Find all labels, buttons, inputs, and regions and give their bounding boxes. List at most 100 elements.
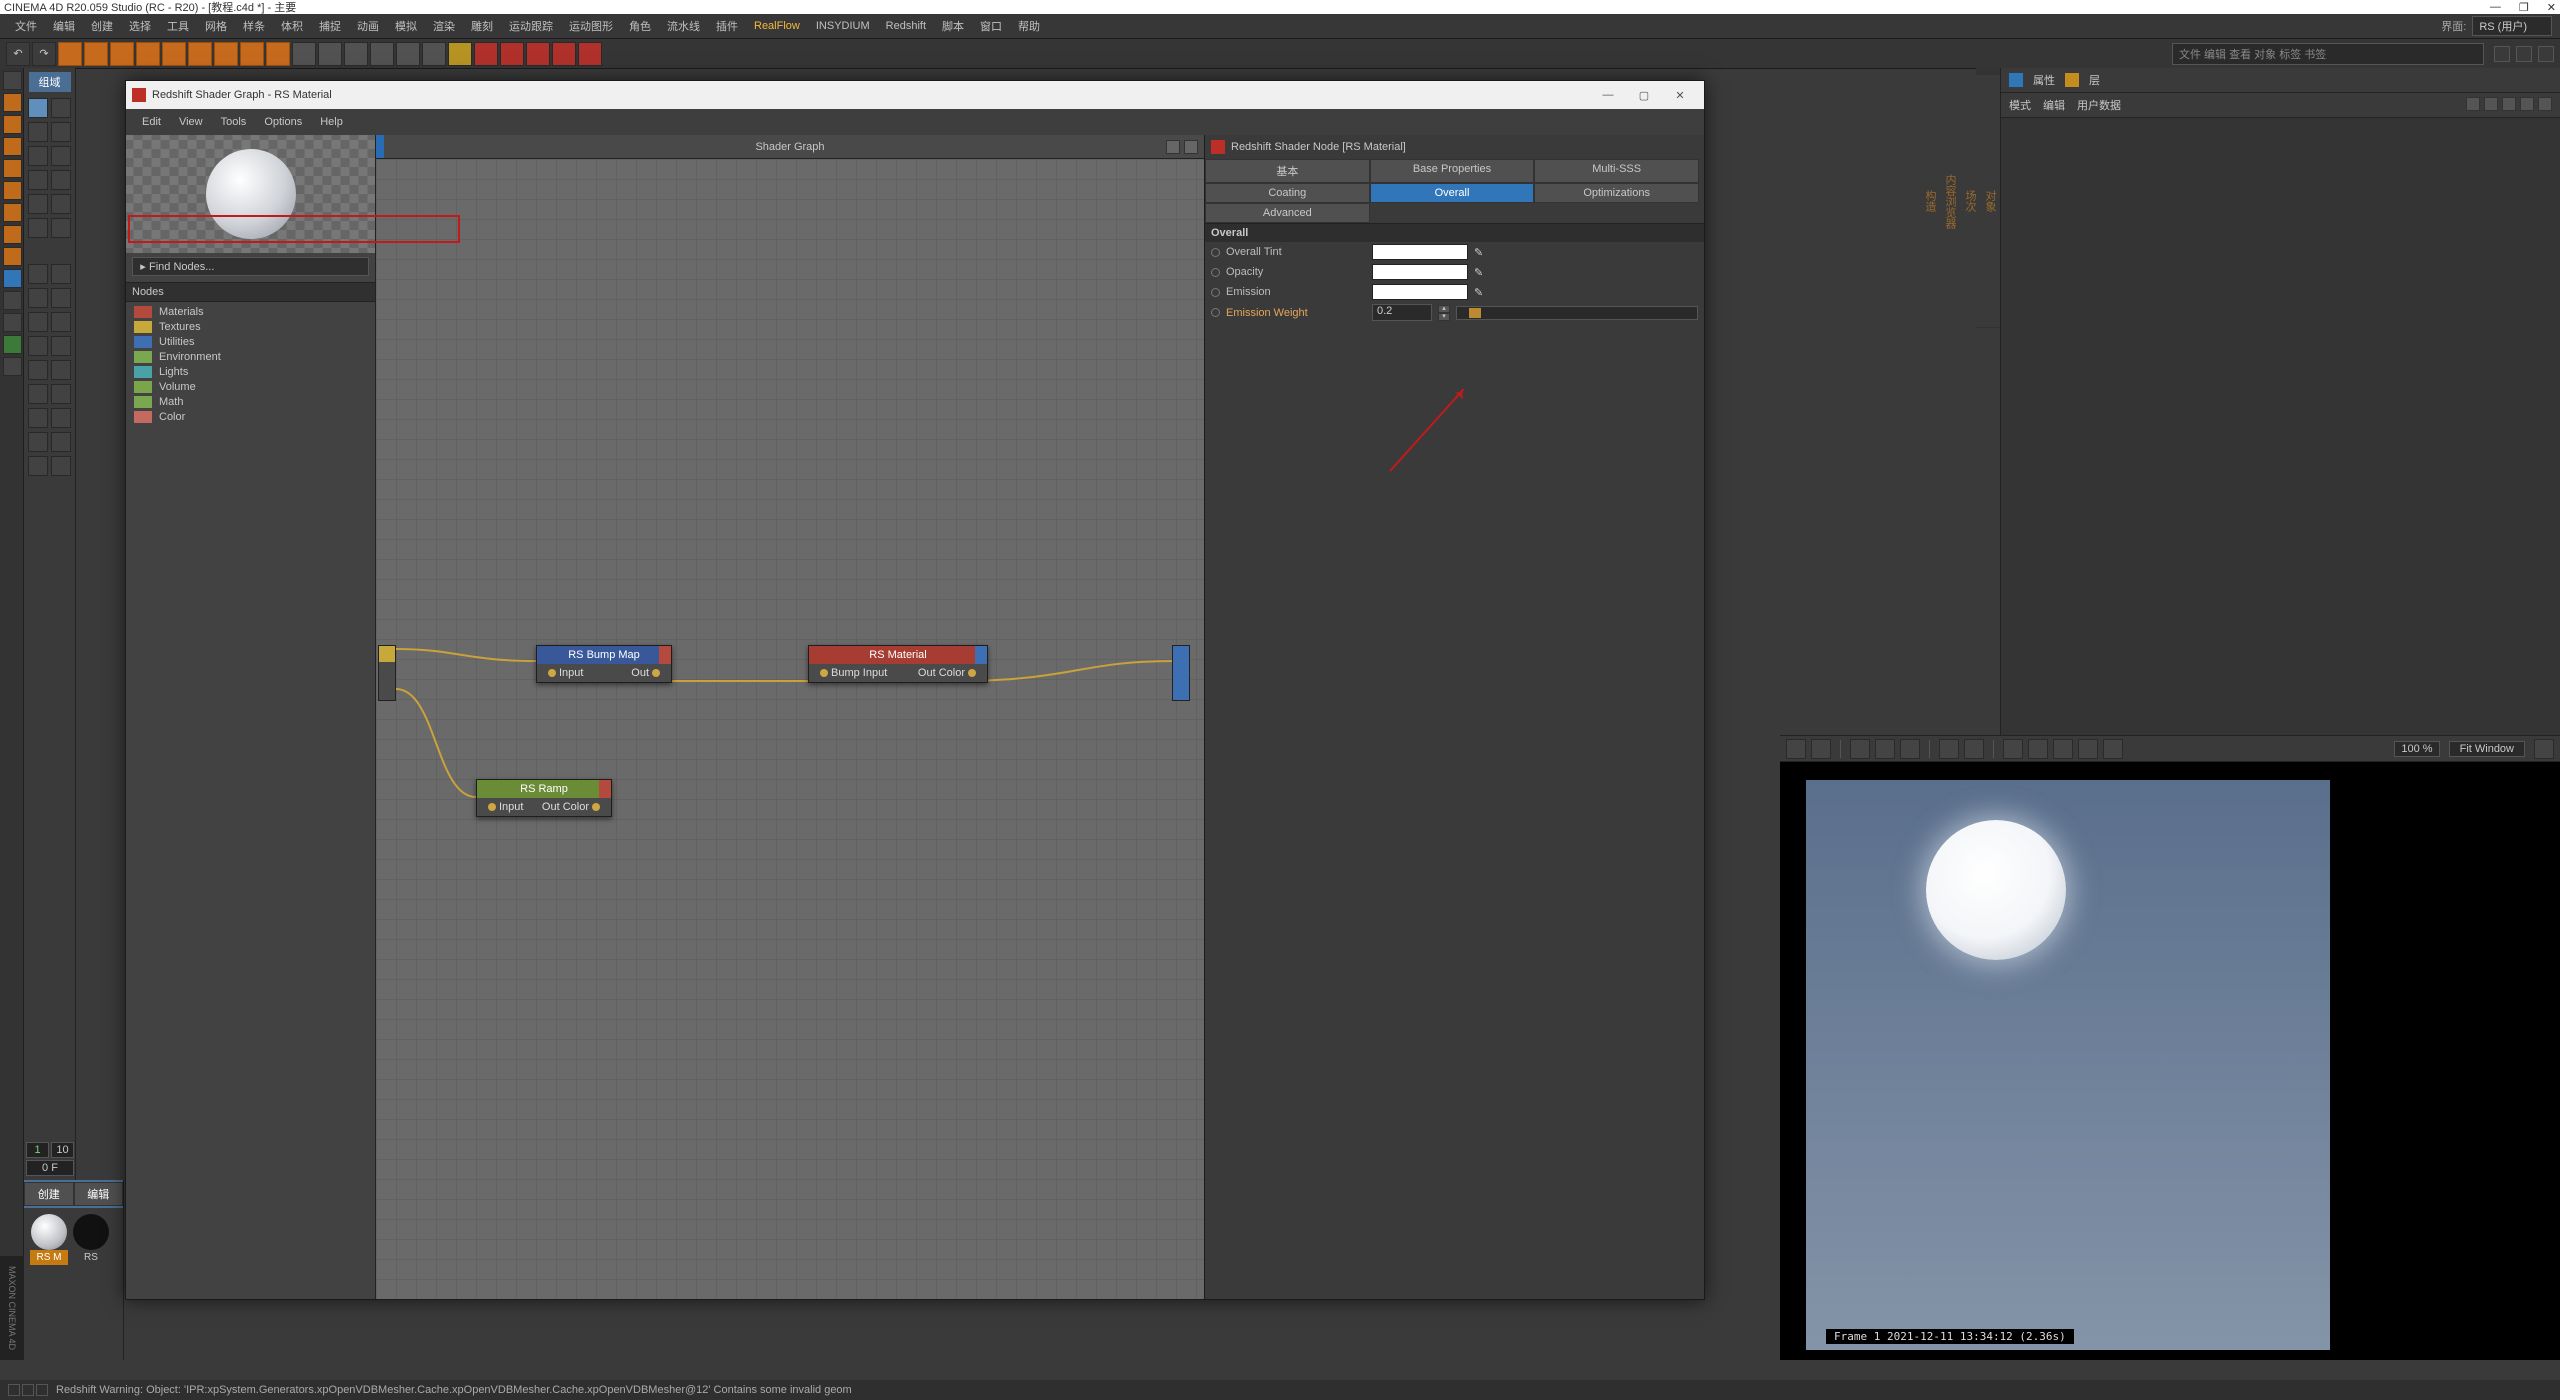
tb-tool[interactable] — [370, 42, 394, 66]
tool-btn[interactable] — [51, 122, 71, 142]
search-icon[interactable] — [2494, 46, 2510, 62]
emission-weight-slider[interactable] — [1456, 306, 1698, 320]
rv-canvas[interactable]: Frame 1 2021-12-11 13:34:12 (2.36s) — [1780, 762, 2560, 1360]
tb-psr[interactable] — [448, 42, 472, 66]
port-out-icon[interactable] — [652, 669, 660, 677]
tool-btn[interactable] — [51, 98, 71, 118]
port-in-icon[interactable] — [488, 803, 496, 811]
menu-pipe[interactable]: 流水线 — [660, 15, 707, 37]
tb-tool[interactable] — [58, 42, 82, 66]
anim-dot-icon[interactable] — [1211, 288, 1220, 297]
mode-btn[interactable] — [3, 71, 22, 90]
tb-tool[interactable] — [292, 42, 316, 66]
tb-tool[interactable] — [84, 42, 108, 66]
menu-mesh[interactable]: 网格 — [198, 15, 234, 37]
dialog-titlebar[interactable]: Redshift Shader Graph - RS Material — ▢ … — [126, 81, 1704, 109]
mode-btn[interactable] — [3, 159, 22, 178]
vtab[interactable]: 构造 — [1920, 75, 1940, 327]
eyedropper-icon[interactable]: ✎ — [1474, 246, 1488, 259]
dialog-min[interactable]: — — [1590, 89, 1626, 101]
nav-fwd-icon[interactable] — [2502, 97, 2516, 111]
menu-tools[interactable]: 工具 — [160, 15, 196, 37]
mode-btn[interactable] — [3, 115, 22, 134]
rv-circle-icon[interactable] — [1939, 739, 1959, 759]
menu-sim[interactable]: 模拟 — [388, 15, 424, 37]
tool-btn[interactable] — [51, 288, 71, 308]
mode-btn[interactable] — [3, 291, 22, 310]
tool-btn[interactable] — [28, 264, 48, 284]
port-in-icon[interactable] — [548, 669, 556, 677]
group-tab[interactable]: 组域 — [29, 72, 71, 92]
dmenu-options[interactable]: Options — [256, 113, 310, 131]
tool-btn[interactable] — [28, 432, 48, 452]
menu-anim[interactable]: 动画 — [350, 15, 386, 37]
dmenu-edit[interactable]: Edit — [134, 113, 169, 131]
help-icon[interactable] — [2538, 46, 2554, 62]
tool-btn[interactable] — [51, 456, 71, 476]
dmenu-view[interactable]: View — [171, 113, 211, 131]
graph-tool-icon[interactable] — [1184, 140, 1198, 154]
mode-btn[interactable] — [3, 203, 22, 222]
tab-adv[interactable]: Advanced — [1205, 203, 1370, 223]
menu-track[interactable]: 运动跟踪 — [502, 15, 560, 37]
tb-tool[interactable] — [214, 42, 238, 66]
tab-coating[interactable]: Coating — [1205, 183, 1370, 203]
tool-btn[interactable] — [51, 146, 71, 166]
toolbar-menu-strip[interactable]: 文件 编辑 查看 对象 标签 书签 — [2172, 43, 2484, 65]
menu-window[interactable]: 窗口 — [973, 15, 1009, 37]
tb-tool[interactable] — [266, 42, 290, 66]
tool-btn[interactable] — [28, 98, 48, 118]
tool-btn[interactable] — [28, 194, 48, 214]
color-swatch[interactable] — [1372, 284, 1468, 300]
number-spinner[interactable]: ▴▾ — [1438, 305, 1450, 321]
tb-rs[interactable] — [526, 42, 550, 66]
tb-tool[interactable] — [188, 42, 212, 66]
tool-btn[interactable] — [51, 360, 71, 380]
tb-tool[interactable] — [240, 42, 264, 66]
window-max[interactable]: ❐ — [2519, 1, 2529, 14]
tb-tool[interactable] — [344, 42, 368, 66]
mat-edit[interactable]: 编辑 — [74, 1182, 124, 1206]
rv-btn[interactable] — [2028, 739, 2048, 759]
mat-create[interactable]: 创建 — [24, 1182, 74, 1206]
window-close[interactable]: ✕ — [2547, 1, 2556, 14]
tb-tool[interactable] — [318, 42, 342, 66]
tab-opt[interactable]: Optimizations — [1534, 183, 1699, 203]
attr-tab-layers[interactable]: 层 — [2089, 72, 2100, 88]
tool-btn[interactable] — [28, 122, 48, 142]
slider-handle-icon[interactable] — [1469, 308, 1481, 318]
tool-btn[interactable] — [51, 264, 71, 284]
edge-node[interactable] — [378, 645, 396, 701]
eyedropper-icon[interactable]: ✎ — [1474, 286, 1488, 299]
rv-btn[interactable] — [1786, 739, 1806, 759]
menu-spline[interactable]: 样条 — [236, 15, 272, 37]
tb-tool[interactable] — [422, 42, 446, 66]
mat-slot[interactable]: RS — [72, 1214, 110, 1265]
menu-sculpt[interactable]: 雕刻 — [464, 15, 500, 37]
tab-overall[interactable]: Overall — [1370, 183, 1535, 203]
node-bump[interactable]: RS Bump Map InputOut — [536, 645, 672, 683]
port-in-icon[interactable] — [820, 669, 828, 677]
tool-btn[interactable] — [28, 336, 48, 356]
node-ramp[interactable]: RS Ramp InputOut Color — [476, 779, 612, 817]
tb-tool[interactable] — [110, 42, 134, 66]
menu-insydium[interactable]: INSYDIUM — [809, 17, 877, 35]
edge-node[interactable] — [1172, 645, 1190, 701]
eyedropper-icon[interactable]: ✎ — [1474, 266, 1488, 279]
tool-btn[interactable] — [28, 288, 48, 308]
emission-weight-input[interactable]: 0.2 — [1372, 304, 1432, 321]
anim-dot-icon[interactable] — [1211, 308, 1220, 317]
menu-char[interactable]: 角色 — [622, 15, 658, 37]
tool-btn[interactable] — [28, 456, 48, 476]
tool-btn[interactable] — [28, 360, 48, 380]
attr-tab-props[interactable]: 属性 — [2033, 72, 2055, 88]
tool-btn[interactable] — [51, 408, 71, 428]
menu-select[interactable]: 选择 — [122, 15, 158, 37]
dialog-close[interactable]: ✕ — [1662, 89, 1698, 102]
node-category[interactable]: Environment — [134, 351, 367, 363]
nav-up-icon[interactable] — [2484, 97, 2498, 111]
port-out-icon[interactable] — [968, 669, 976, 677]
rv-fit[interactable]: Fit Window — [2449, 741, 2525, 757]
menu-script[interactable]: 脚本 — [935, 15, 971, 37]
nav-menu-icon[interactable] — [2538, 97, 2552, 111]
